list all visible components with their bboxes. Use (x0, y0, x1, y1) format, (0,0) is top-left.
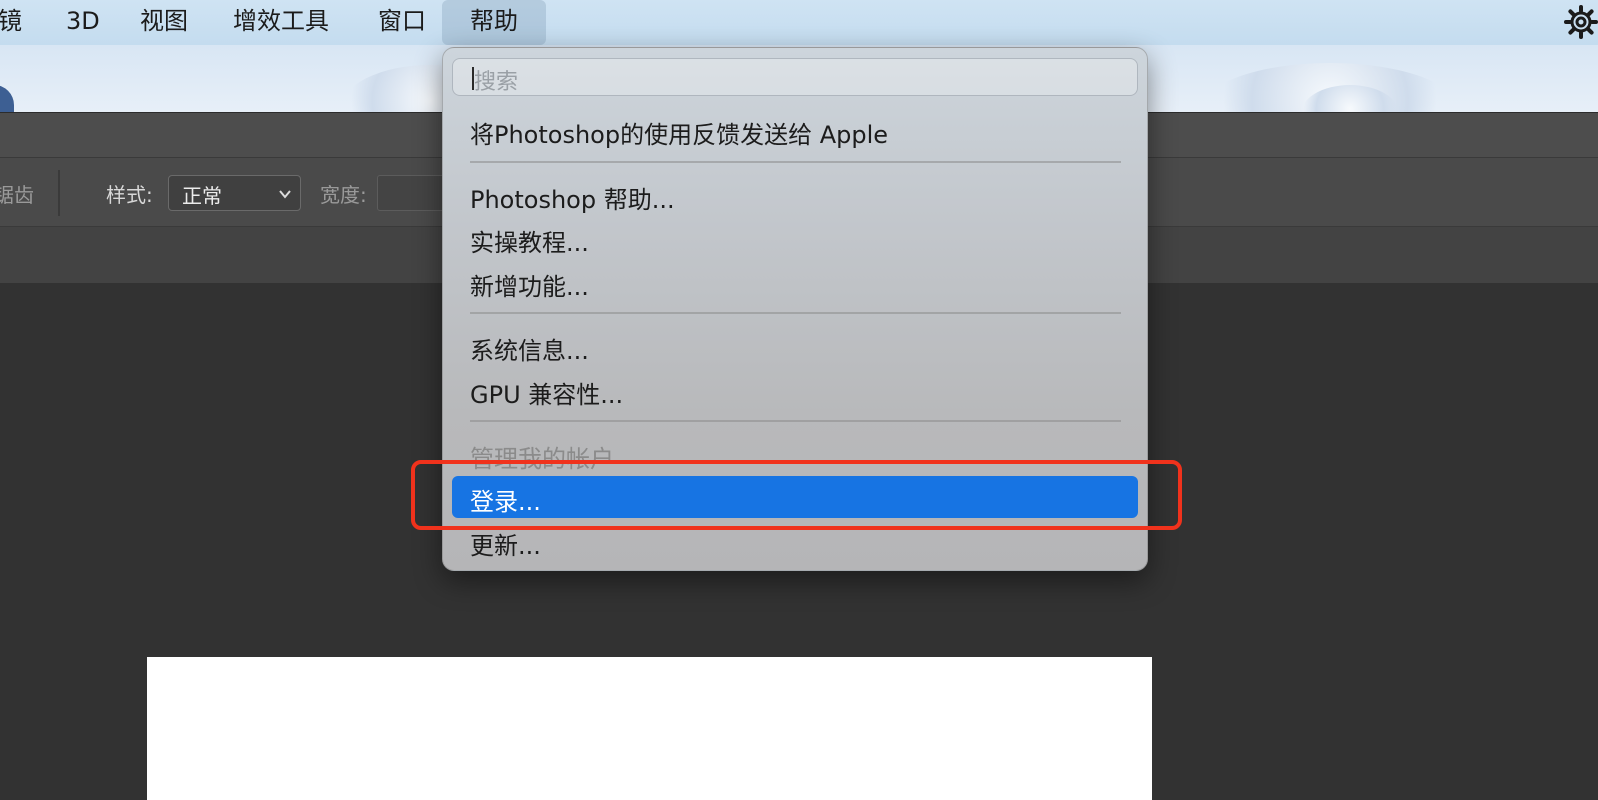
menu-separator (470, 420, 1121, 422)
menu-3d[interactable]: 3D (66, 0, 100, 45)
annotation-highlight-box (411, 460, 1182, 530)
width-label: 宽度: (320, 183, 367, 207)
help-search-placeholder: 搜索 (474, 70, 519, 95)
menu-item-tutorials[interactable]: 实操教程... (470, 223, 589, 258)
chevron-down-icon (279, 190, 291, 199)
menu-plugins[interactable]: 增效工具 (233, 0, 329, 45)
antialias-label[interactable]: 锯齿 (0, 179, 34, 208)
screen: 镜 3D 视图 增效工具 窗口 帮助 锯齿 样式: 正常 宽度: 搜索 将Pho… (0, 0, 1598, 800)
menu-item-photoshop-help[interactable]: Photoshop 帮助... (470, 180, 675, 215)
menu-view[interactable]: 视图 (140, 0, 188, 45)
menu-help[interactable]: 帮助 (442, 0, 546, 45)
style-label: 样式: (106, 183, 153, 207)
gear-icon[interactable] (1564, 5, 1598, 39)
menu-separator (470, 312, 1121, 314)
help-search-input[interactable]: 搜索 (452, 58, 1138, 96)
menu-window[interactable]: 窗口 (378, 0, 426, 45)
menu-item-send-feedback[interactable]: 将Photoshop的使用反馈发送给 Apple (470, 115, 888, 150)
menu-filter[interactable]: 镜 (0, 0, 22, 45)
menu-separator (470, 161, 1121, 163)
menu-item-system-info[interactable]: 系统信息... (470, 331, 589, 366)
document-canvas[interactable] (147, 657, 1152, 800)
menu-item-updates[interactable]: 更新... (470, 526, 541, 561)
wallpaper-mountain (0, 85, 14, 112)
menu-bar: 镜 3D 视图 增效工具 窗口 帮助 (0, 0, 1598, 45)
menu-item-gpu-compatibility[interactable]: GPU 兼容性... (470, 375, 623, 410)
menu-item-whats-new[interactable]: 新增功能... (470, 267, 589, 302)
text-caret (472, 67, 474, 90)
options-divider (58, 170, 60, 216)
style-select-value: 正常 (182, 184, 222, 208)
style-select[interactable]: 正常 (168, 175, 301, 211)
